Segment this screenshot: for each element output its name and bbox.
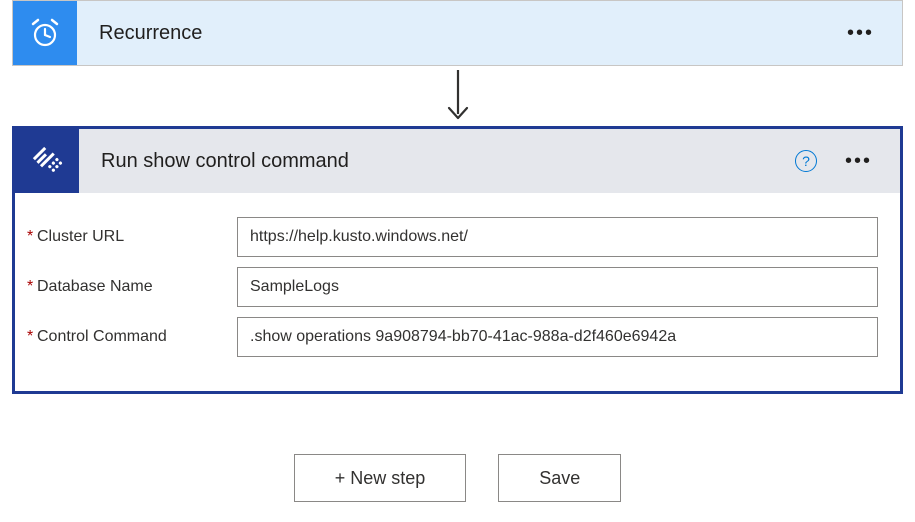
save-button[interactable]: Save (498, 454, 621, 502)
run-show-control-header[interactable]: Run show control command ? ••• (15, 129, 900, 193)
control-command-label: * Control Command (37, 328, 237, 346)
recurrence-icon-box (13, 1, 77, 65)
recurrence-more-menu[interactable]: ••• (847, 22, 874, 45)
cluster-url-input[interactable] (237, 217, 878, 257)
form-body: * Cluster URL * Database Name * Control … (15, 193, 900, 391)
recurrence-header[interactable]: Recurrence ••• (13, 1, 902, 65)
database-name-label: * Database Name (37, 278, 237, 296)
required-star: * (27, 228, 33, 246)
cluster-url-row: * Cluster URL (37, 217, 878, 257)
database-name-row: * Database Name (37, 267, 878, 307)
clock-alarm-icon (28, 16, 62, 50)
run-show-control-more-menu[interactable]: ••• (845, 150, 872, 173)
footer-actions: + New step Save (0, 454, 915, 502)
recurrence-step-card[interactable]: Recurrence ••• (12, 0, 903, 66)
help-icon[interactable]: ? (795, 150, 817, 172)
arrow-down-icon (445, 68, 471, 124)
required-star: * (27, 328, 33, 346)
cluster-url-label: * Cluster URL (37, 228, 237, 246)
run-show-control-title: Run show control command (79, 150, 795, 173)
run-show-control-step-card: Run show control command ? ••• * Cluster… (12, 126, 903, 394)
new-step-button[interactable]: + New step (294, 454, 467, 502)
connector-arrow (0, 66, 915, 126)
recurrence-title: Recurrence (77, 22, 847, 45)
required-star: * (27, 278, 33, 296)
database-name-input[interactable] (237, 267, 878, 307)
control-command-row: * Control Command (37, 317, 878, 357)
kusto-icon-box (15, 129, 79, 193)
kusto-icon (29, 143, 65, 179)
control-command-input[interactable] (237, 317, 878, 357)
